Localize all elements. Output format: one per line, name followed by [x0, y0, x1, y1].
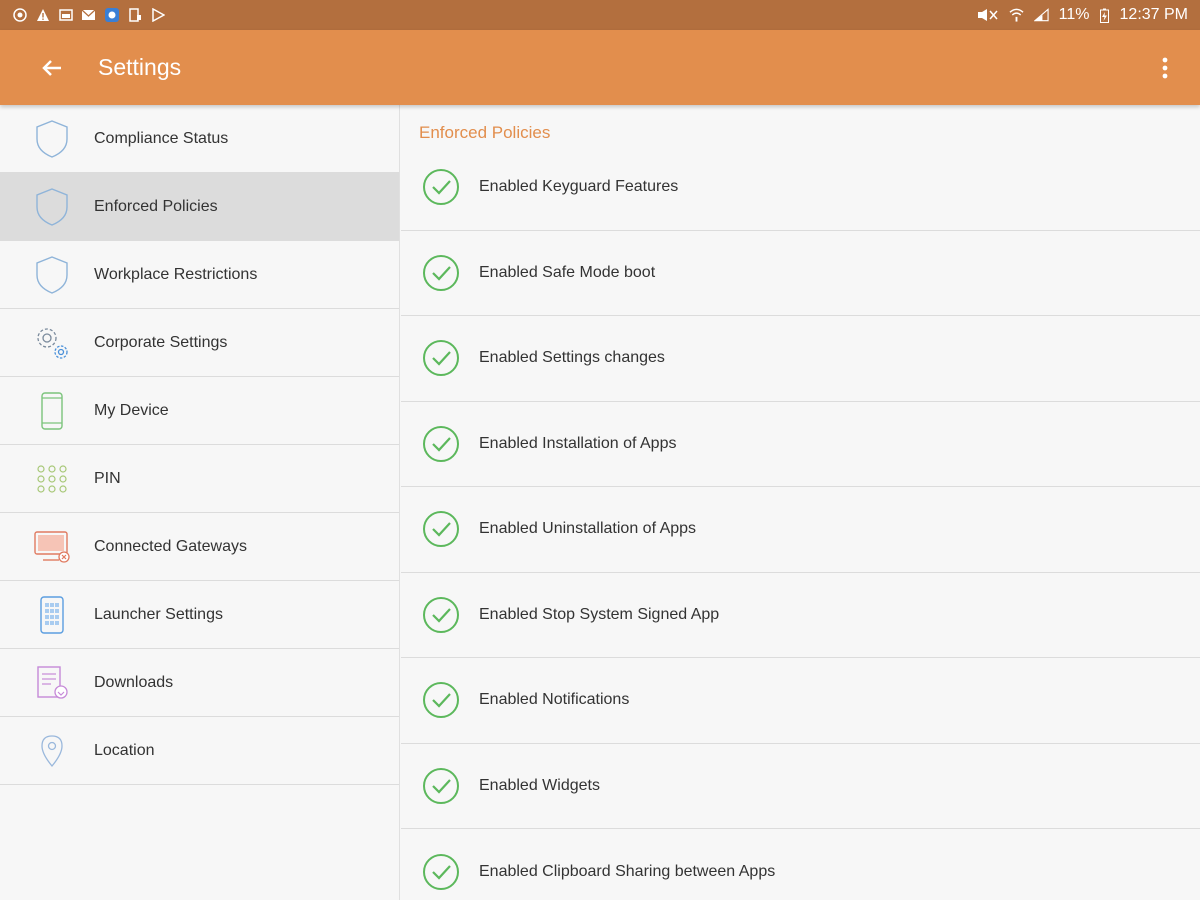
check-circle-icon: [421, 338, 461, 378]
system-icons: 11% 12:37 PM: [975, 6, 1188, 24]
device-icon: [127, 8, 142, 23]
sidebar-item-label: Enforced Policies: [94, 197, 218, 215]
policy-item[interactable]: Enabled Settings changes: [401, 316, 1200, 402]
gears-icon: [32, 323, 72, 363]
sidebar-item-label: Downloads: [94, 673, 174, 691]
app-bar: Settings: [0, 30, 1200, 105]
signal-icon: [1033, 8, 1049, 23]
sidebar: Compliance Status Enforced Policies Work…: [0, 105, 400, 900]
sidebar-item-pin[interactable]: PIN: [0, 445, 399, 513]
policy-label: Enabled Installation of Apps: [479, 434, 677, 452]
check-circle-icon: [421, 852, 461, 892]
policy-item[interactable]: Enabled Stop System Signed App: [401, 572, 1200, 658]
policy-label: Enabled Uninstallation of Apps: [479, 520, 697, 538]
arrow-left-icon: [42, 59, 61, 76]
check-circle-icon: [421, 424, 461, 464]
sidebar-item-workplace-restrictions[interactable]: Workplace Restrictions: [0, 241, 399, 309]
sidebar-item-location[interactable]: Location: [0, 717, 399, 785]
sidebar-item-label: PIN: [94, 469, 121, 487]
check-circle-icon: [421, 766, 461, 806]
app-notification-icon: [104, 8, 119, 23]
policy-label: Enabled Settings changes: [479, 349, 665, 367]
sidebar-item-corporate-settings[interactable]: Corporate Settings: [0, 309, 399, 377]
shield-icon: [32, 187, 72, 227]
battery-charging-icon: [1100, 8, 1110, 23]
overflow-menu-button[interactable]: [1140, 38, 1190, 98]
check-circle-icon: [421, 680, 461, 720]
more-vert-icon: [1162, 57, 1168, 78]
policy-item[interactable]: Enabled Widgets: [401, 743, 1200, 829]
policy-label: Enabled Notifications: [479, 691, 630, 709]
sidebar-item-launcher-settings[interactable]: Launcher Settings: [0, 581, 399, 649]
sidebar-item-my-device[interactable]: My Device: [0, 377, 399, 445]
check-circle-icon: [421, 509, 461, 549]
policy-item[interactable]: Enabled Clipboard Sharing between Apps: [401, 829, 1200, 900]
sidebar-item-label: Location: [94, 741, 155, 759]
policy-label: Enabled Safe Mode boot: [479, 263, 656, 281]
sidebar-item-label: My Device: [94, 401, 169, 419]
shield-icon: [32, 255, 72, 295]
launcher-icon: [32, 595, 72, 635]
document-icon: [32, 663, 72, 703]
wifi-icon: [1009, 8, 1024, 23]
phone-icon: [32, 391, 72, 431]
policy-item[interactable]: Enabled Uninstallation of Apps: [401, 487, 1200, 573]
check-circle-icon: [421, 167, 461, 207]
image-icon: [58, 8, 73, 23]
notification-icons: [12, 8, 165, 23]
sidebar-item-enforced-policies[interactable]: Enforced Policies: [0, 173, 399, 241]
sync-icon: [12, 8, 27, 23]
sidebar-item-label: Connected Gateways: [94, 537, 247, 555]
sidebar-item-connected-gateways[interactable]: Connected Gateways: [0, 513, 399, 581]
clock: 12:37 PM: [1119, 6, 1188, 23]
policy-label: Enabled Clipboard Sharing between Apps: [479, 862, 776, 880]
policies-panel: Enforced Policies Enabled Keyguard Featu…: [401, 105, 1200, 900]
policy-item[interactable]: Enabled Installation of Apps: [401, 401, 1200, 487]
battery-percent: 11%: [1058, 6, 1090, 23]
policy-label: Enabled Stop System Signed App: [479, 605, 720, 623]
policy-item[interactable]: Enabled Notifications: [401, 658, 1200, 744]
page-title: Settings: [98, 54, 182, 80]
check-circle-icon: [421, 253, 461, 293]
policy-label: Enabled Widgets: [479, 776, 600, 794]
back-button[interactable]: [22, 38, 82, 98]
sidebar-item-label: Launcher Settings: [94, 605, 223, 623]
policy-item[interactable]: Enabled Safe Mode boot: [401, 230, 1200, 316]
shield-icon: [32, 119, 72, 159]
monitor-icon: [32, 527, 72, 567]
location-pin-icon: [32, 731, 72, 771]
play-store-icon: [150, 8, 165, 23]
sidebar-item-label: Compliance Status: [94, 129, 229, 147]
sidebar-item-compliance-status[interactable]: Compliance Status: [0, 105, 399, 173]
status-bar: 11% 12:37 PM: [0, 0, 1200, 30]
section-title: Enforced Policies: [419, 123, 551, 142]
sidebar-item-label: Workplace Restrictions: [94, 265, 258, 283]
keypad-icon: [32, 459, 72, 499]
policy-item[interactable]: Enabled Keyguard Features: [401, 145, 1200, 231]
sidebar-item-downloads[interactable]: Downloads: [0, 649, 399, 717]
policy-label: Enabled Keyguard Features: [479, 178, 679, 196]
email-icon: [81, 8, 96, 23]
check-circle-icon: [421, 595, 461, 635]
warning-icon: [35, 8, 50, 23]
sidebar-item-label: Corporate Settings: [94, 333, 228, 351]
mute-icon: [975, 8, 999, 23]
